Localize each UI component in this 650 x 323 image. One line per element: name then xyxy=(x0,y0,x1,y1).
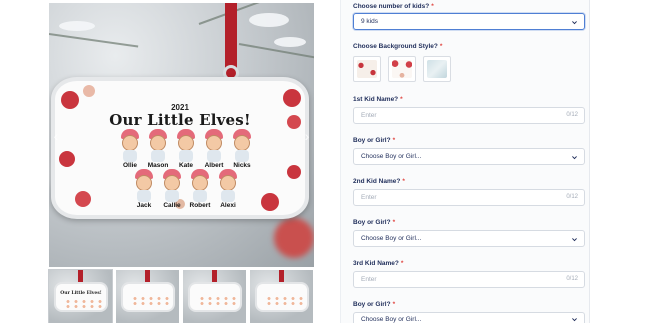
chevron-right-icon[interactable]: › xyxy=(302,127,312,145)
gender1-select[interactable]: Choose Boy or Girl... xyxy=(353,148,585,165)
kid2-name-label: 2nd Kid Name? * xyxy=(353,178,405,185)
elf-figure xyxy=(175,129,197,163)
kids-count-select[interactable]: 9 kids xyxy=(353,13,585,30)
kid3-name-label: 3rd Kid Name? * xyxy=(353,260,404,267)
kid1-name-placeholder: Enter xyxy=(361,112,377,119)
snow-decor xyxy=(274,37,306,47)
divider xyxy=(589,0,590,323)
ornament-plate: 2021 Our Little Elves! Ollie Mason Kate … xyxy=(51,77,309,219)
kid1-name-input[interactable]: Enter 0/12 xyxy=(353,107,585,124)
thumbnail-2[interactable] xyxy=(116,270,179,323)
chevron-down-icon xyxy=(572,318,577,322)
bauble-decor xyxy=(261,193,279,211)
elf-figure xyxy=(231,129,253,163)
elf-figure xyxy=(189,169,211,203)
gender2-select[interactable]: Choose Boy or Girl... xyxy=(353,230,585,247)
chevron-left-icon[interactable]: ‹ xyxy=(51,127,61,145)
bauble-decor xyxy=(287,165,301,179)
bauble-decor xyxy=(75,191,91,207)
chevron-down-icon xyxy=(572,21,577,25)
elf-figure xyxy=(133,169,155,203)
elf-figure xyxy=(203,129,225,163)
ornament-title: Our Little Elves! xyxy=(109,111,251,129)
gender3-value: Choose Boy or Girl... xyxy=(361,316,422,323)
thumbnail-4[interactable] xyxy=(250,270,313,323)
kid3-name-input[interactable]: Enter 0/12 xyxy=(353,271,585,288)
background-style-label: Choose Background Style? * xyxy=(353,43,443,50)
thumbnail-3[interactable] xyxy=(183,270,246,323)
snow-decor xyxy=(249,13,289,27)
snow-decor xyxy=(59,21,95,31)
background-option-red-baubles[interactable] xyxy=(353,56,381,82)
background-option-winter-frost[interactable] xyxy=(423,56,451,82)
bauble-decor xyxy=(59,151,75,167)
gender2-value: Choose Boy or Girl... xyxy=(361,235,422,242)
thumbnail-strip: Our Little Elves! xyxy=(48,269,314,323)
elf-name-label: Alexi xyxy=(220,202,236,209)
blurred-bauble-decor xyxy=(274,218,314,258)
background-style-options xyxy=(353,56,453,82)
background-option-red-floral[interactable] xyxy=(388,56,416,82)
gender3-select[interactable]: Choose Boy or Girl... xyxy=(353,312,585,323)
kids-count-value: 9 kids xyxy=(361,18,378,25)
thumbnail-1[interactable]: Our Little Elves! xyxy=(48,269,113,323)
chevron-down-icon xyxy=(572,156,577,160)
kid3-name-placeholder: Enter xyxy=(361,276,377,283)
elf-figure xyxy=(147,129,169,163)
thumbnail-caption: Our Little Elves! xyxy=(60,291,102,296)
elf-name-label: Nicks xyxy=(233,162,251,169)
elf-figure xyxy=(161,169,183,203)
gender1-label: Boy or Girl? * xyxy=(353,137,396,144)
pine-branch-decor xyxy=(49,33,139,48)
bauble-decor xyxy=(83,85,95,97)
pine-branch-decor xyxy=(238,43,314,59)
product-main-image[interactable]: 2021 Our Little Elves! Ollie Mason Kate … xyxy=(49,3,314,267)
kid1-char-counter: 0/12 xyxy=(566,112,578,118)
kid2-name-input[interactable]: Enter 0/12 xyxy=(353,189,585,206)
kids-count-label: Choose number of kids? * xyxy=(353,3,434,10)
elf-figure xyxy=(217,169,239,203)
kid2-char-counter: 0/12 xyxy=(566,194,578,200)
gender1-value: Choose Boy or Girl... xyxy=(361,153,422,160)
chevron-down-icon xyxy=(572,238,577,242)
gender3-label: Boy or Girl? * xyxy=(353,301,396,308)
gender2-label: Boy or Girl? * xyxy=(353,219,396,226)
kid1-name-label: 1st Kid Name? * xyxy=(353,96,403,103)
kid3-char-counter: 0/12 xyxy=(566,276,578,282)
kid2-name-placeholder: Enter xyxy=(361,194,377,201)
elf-figure xyxy=(119,129,141,163)
